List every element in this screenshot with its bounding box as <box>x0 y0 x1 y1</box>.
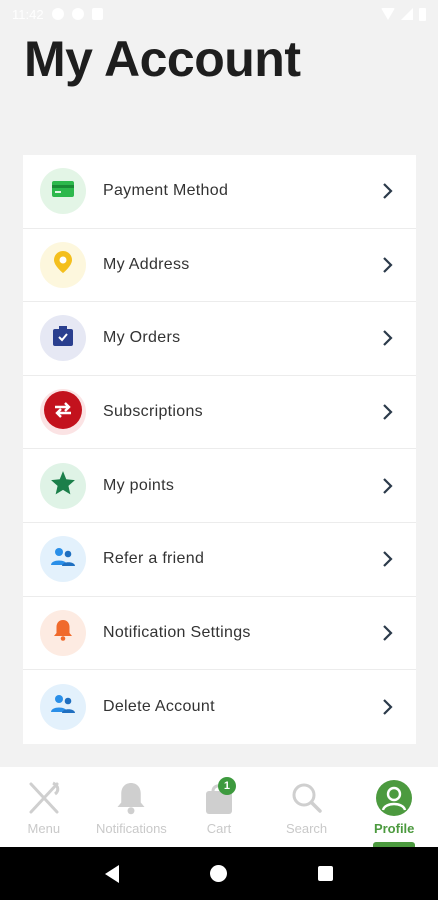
bell-icon <box>53 619 73 646</box>
menu-item-label: Subscriptions <box>103 403 203 421</box>
search-icon <box>288 779 326 817</box>
chevron-right-icon <box>382 624 394 642</box>
menu-item-my-points[interactable]: My points <box>23 449 416 523</box>
chevron-right-icon <box>382 182 394 200</box>
menu-item-payment-method[interactable]: Payment Method <box>23 155 416 229</box>
nav-label: Menu <box>27 821 61 836</box>
bottom-nav: Menu Notifications 1 Cart Search Profile <box>0 767 438 847</box>
status-right <box>381 7 426 21</box>
chevron-right-icon <box>382 256 394 274</box>
menu-item-my-address[interactable]: My Address <box>23 229 416 303</box>
shopping-bag-icon: 1 <box>200 777 238 817</box>
icon-circle <box>40 168 86 215</box>
chevron-right-icon <box>382 403 394 421</box>
users-icon <box>51 694 75 719</box>
chevron-right-icon <box>382 329 394 347</box>
nav-item-cart[interactable]: 1 Cart <box>175 767 263 847</box>
menu-item-label: Notification Settings <box>103 623 251 641</box>
chevron-right-icon <box>382 698 394 716</box>
menu-item-label: My Orders <box>103 329 181 347</box>
orders-box-icon <box>53 325 73 351</box>
nav-label: Cart <box>206 821 232 836</box>
nav-label: Notifications <box>95 821 167 836</box>
home-icon[interactable] <box>209 865 227 882</box>
icon-circle <box>40 609 86 656</box>
icon-circle <box>40 315 86 362</box>
users-icon <box>51 547 75 572</box>
status-bar: 11:42 <box>0 0 438 28</box>
nav-item-menu[interactable]: Menu <box>0 767 88 847</box>
notification-dot-icon <box>51 8 64 20</box>
sd-card-icon <box>91 8 103 20</box>
nav-item-notifications[interactable]: Notifications <box>88 767 176 847</box>
menu-item-refer-a-friend[interactable]: Refer a friend <box>23 523 416 597</box>
menu-item-label: My points <box>103 476 175 494</box>
nav-item-profile[interactable]: Profile <box>350 767 438 847</box>
location-pin-icon <box>54 251 72 278</box>
account-menu-list: Payment Method My Address My Orders Subs… <box>23 155 416 744</box>
menu-item-notification-settings[interactable]: Notification Settings <box>23 597 416 671</box>
menu-item-label: Delete Account <box>103 697 215 715</box>
status-time: 11:42 <box>12 6 44 22</box>
icon-circle <box>40 462 86 509</box>
credit-card-icon <box>52 180 74 202</box>
recent-apps-icon[interactable] <box>317 866 333 881</box>
cart-badge: 1 <box>217 777 236 795</box>
star-icon <box>50 470 76 501</box>
back-icon[interactable] <box>105 864 120 883</box>
wifi-icon <box>381 8 395 20</box>
profile-icon <box>375 779 413 817</box>
chevron-right-icon <box>382 550 394 568</box>
icon-circle <box>40 683 86 730</box>
icon-circle <box>40 536 86 583</box>
notification-dot-icon <box>71 8 84 20</box>
system-nav-bar <box>0 847 438 900</box>
chevron-right-icon <box>382 477 394 495</box>
status-left: 11:42 <box>12 7 103 22</box>
nav-label: Search <box>285 821 328 836</box>
repeat-icon <box>43 390 83 435</box>
nav-label: Profile <box>373 821 415 836</box>
menu-item-my-orders[interactable]: My Orders <box>23 302 416 376</box>
menu-item-subscriptions[interactable]: Subscriptions <box>23 376 416 450</box>
bell-icon <box>112 779 150 817</box>
menu-item-label: Payment Method <box>103 182 229 200</box>
menu-item-delete-account[interactable]: Delete Account <box>23 670 416 744</box>
icon-circle <box>40 389 86 436</box>
menu-item-label: My Address <box>103 255 190 273</box>
fork-knife-icon <box>25 779 63 817</box>
nav-item-search[interactable]: Search <box>263 767 351 847</box>
icon-circle <box>40 241 86 288</box>
menu-item-label: Refer a friend <box>103 550 205 568</box>
page-title: My Account <box>24 31 301 87</box>
battery-icon <box>419 7 426 21</box>
signal-icon <box>401 8 413 20</box>
